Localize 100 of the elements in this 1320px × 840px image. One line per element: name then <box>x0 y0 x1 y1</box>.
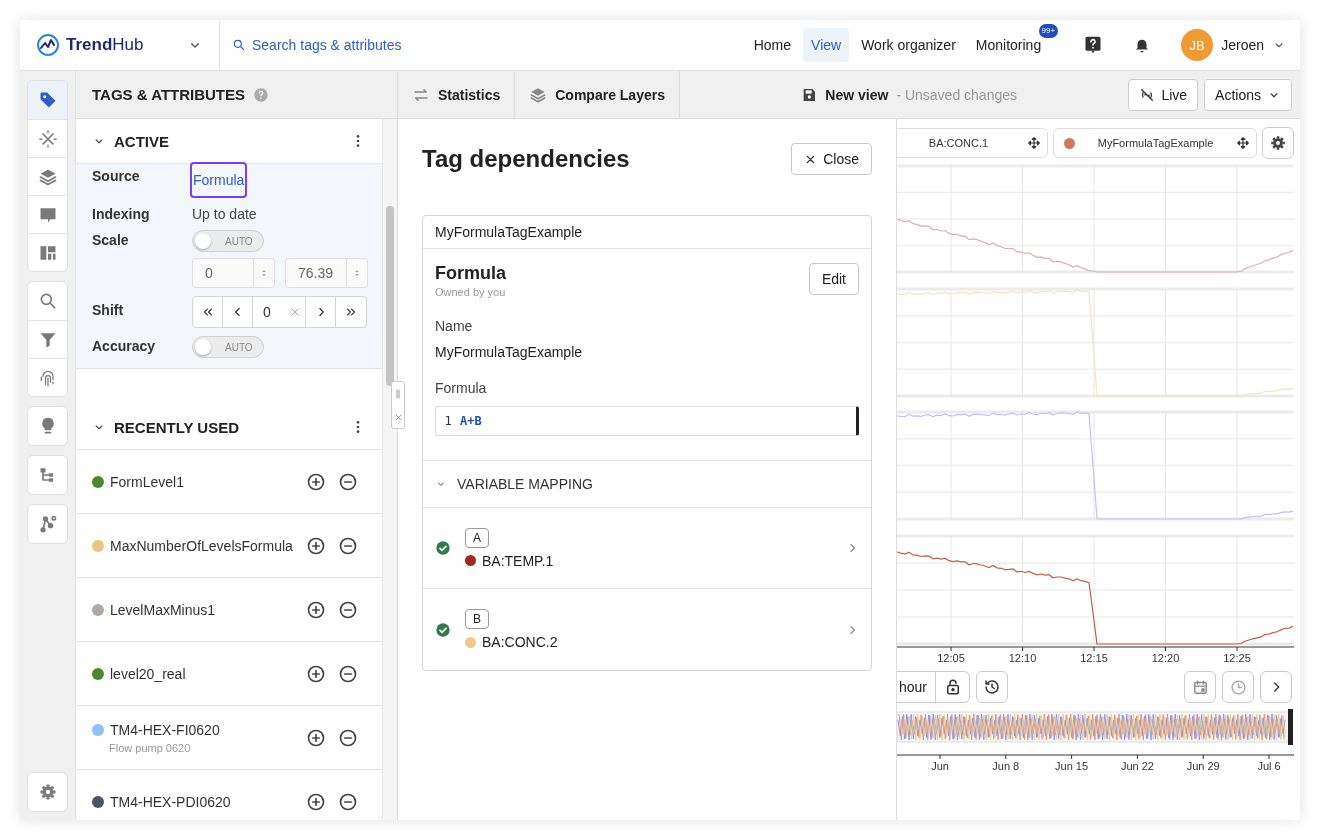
move-icon[interactable] <box>1236 136 1250 150</box>
add-icon[interactable] <box>306 535 326 556</box>
variable-row[interactable]: B BA:CONC.2 <box>423 589 871 670</box>
tag-name[interactable]: TM4-HEX-FI0620 <box>110 721 220 738</box>
property-label: Scale <box>92 231 130 248</box>
axis-label: 12:25 <box>1223 652 1251 664</box>
tag-name: BA:TEMP.1 <box>482 552 554 569</box>
property-label: Accuracy <box>92 337 157 354</box>
code-text: A+B <box>460 414 482 428</box>
property-label: Indexing <box>92 205 151 222</box>
tag-name: BA:CONC.2 <box>482 634 558 650</box>
count-badge: 99+ <box>1038 24 1059 38</box>
search-button[interactable]: Search tags & attributes <box>232 37 402 53</box>
variable-badge: A <box>465 527 489 548</box>
toolbar-tab[interactable]: Statistics <box>398 71 516 118</box>
panel-title: TAGS & ATTRIBUTES <box>92 86 246 103</box>
legend-chip[interactable]: MyFormulaTagExample <box>1053 128 1257 158</box>
close-icon <box>393 412 403 422</box>
remove-icon[interactable] <box>338 535 358 556</box>
broadcast-off-icon <box>1139 86 1156 103</box>
graph-nodes-icon <box>37 514 58 534</box>
code-editor[interactable]: 1 A+B <box>435 406 859 436</box>
add-icon[interactable] <box>306 727 326 748</box>
double-chevron-right-icon <box>344 305 358 319</box>
actions-button[interactable]: Actions <box>1204 78 1292 111</box>
axis-label: Jun 15 <box>1055 760 1089 772</box>
axis-label: 12:20 <box>1151 652 1180 664</box>
legend-chip[interactable]: BA:CONC.1 <box>897 128 1048 158</box>
panel-title: Tag dependencies <box>422 145 630 173</box>
logo-icon <box>36 33 60 57</box>
property-label: Shift <box>92 301 125 318</box>
field-label: Formula <box>435 380 488 396</box>
number-field[interactable]: 76.39 <box>285 258 368 288</box>
tag-name[interactable]: level20_real <box>110 665 186 682</box>
view-name: New view <box>825 86 889 103</box>
tag-name[interactable]: FormLevel1 <box>110 473 184 490</box>
axis-label: Jun 29 <box>1186 760 1220 772</box>
view-status: - Unsaved changes <box>896 86 1017 103</box>
axis-label: Jun <box>931 760 949 772</box>
toolbar-tab[interactable]: Compare Layers <box>515 71 680 118</box>
close-button[interactable]: Close <box>791 143 872 175</box>
shift-field[interactable]: 0 <box>253 297 306 327</box>
section-title: RECENTLY USED <box>114 418 240 436</box>
axis-label: 12:05 <box>937 652 965 664</box>
history-button[interactable] <box>976 671 1009 703</box>
clock-icon <box>1229 678 1247 696</box>
axis-label: Jul 6 <box>1257 760 1281 772</box>
owner-text: Owned by you <box>435 286 506 298</box>
source-link[interactable]: Formula <box>192 164 246 196</box>
tag-name[interactable]: MaxNumberOfLevelsFormula <box>110 537 293 554</box>
calendar-button[interactable] <box>1184 671 1216 703</box>
nav-tab[interactable]: Work organizer <box>853 28 964 62</box>
time-range-button[interactable]: hour <box>897 672 936 702</box>
range-handle[interactable] <box>1288 709 1293 745</box>
tag-name[interactable]: TM4-HEX-PDI0620 <box>110 793 231 810</box>
search-icon <box>232 38 246 52</box>
axis-label: Jun 22 <box>1120 760 1154 772</box>
tag-button[interactable] <box>28 81 67 119</box>
add-icon[interactable] <box>306 663 326 684</box>
card-title: Formula <box>435 263 506 284</box>
remove-icon[interactable] <box>338 791 358 812</box>
axis-label: 12:15 <box>1080 652 1108 664</box>
variable-row[interactable]: A BA:TEMP.1 <box>423 508 871 589</box>
remove-icon[interactable] <box>338 471 358 492</box>
remove-icon[interactable] <box>338 663 358 684</box>
user-name[interactable]: Jeroen <box>1221 37 1264 53</box>
move-icon[interactable] <box>1027 136 1041 150</box>
tag-name: MyFormulaTagExample <box>423 216 871 249</box>
remove-icon[interactable] <box>338 727 358 748</box>
line-number: 1 <box>443 414 453 428</box>
add-icon[interactable] <box>306 791 326 812</box>
number-field[interactable]: 0 <box>192 258 275 288</box>
settings-button[interactable] <box>1262 127 1294 159</box>
settings-icon <box>1269 134 1287 152</box>
clear-icon <box>289 306 301 318</box>
add-icon[interactable] <box>306 471 326 492</box>
legend-label: BA:CONC.1 <box>927 137 990 149</box>
history-icon <box>983 678 1002 696</box>
axis-label: 12:10 <box>1008 652 1037 664</box>
add-icon[interactable] <box>306 599 326 620</box>
tag-description: Flow pump 0620 <box>109 741 192 754</box>
property-value: Up to date <box>192 205 258 222</box>
tag-name[interactable]: LevelMaxMinus1 <box>110 601 216 618</box>
axis-label: Jun 8 <box>992 760 1020 772</box>
save-icon[interactable] <box>801 86 818 103</box>
legend-label: MyFormulaTagExample <box>1096 137 1215 149</box>
live-button[interactable]: Live <box>1128 78 1199 111</box>
section-title: ACTIVE <box>114 132 169 150</box>
nav-tab[interactable]: Home <box>745 28 800 62</box>
crossed-tools-icon <box>37 128 58 149</box>
help-icon[interactable] <box>1083 35 1104 55</box>
splitter-handle[interactable] <box>391 381 405 429</box>
variable-badge: B <box>465 609 489 629</box>
field-value: MyFormulaTagExample <box>435 344 584 360</box>
remove-icon[interactable] <box>338 599 358 620</box>
section-toggle[interactable]: VARIABLE MAPPING <box>423 461 871 508</box>
edit-button[interactable]: Edit <box>808 263 859 295</box>
nav-tab[interactable]: View <box>803 28 850 62</box>
property-label: Source <box>92 167 141 184</box>
scrollbar-thumb[interactable] <box>386 206 394 386</box>
